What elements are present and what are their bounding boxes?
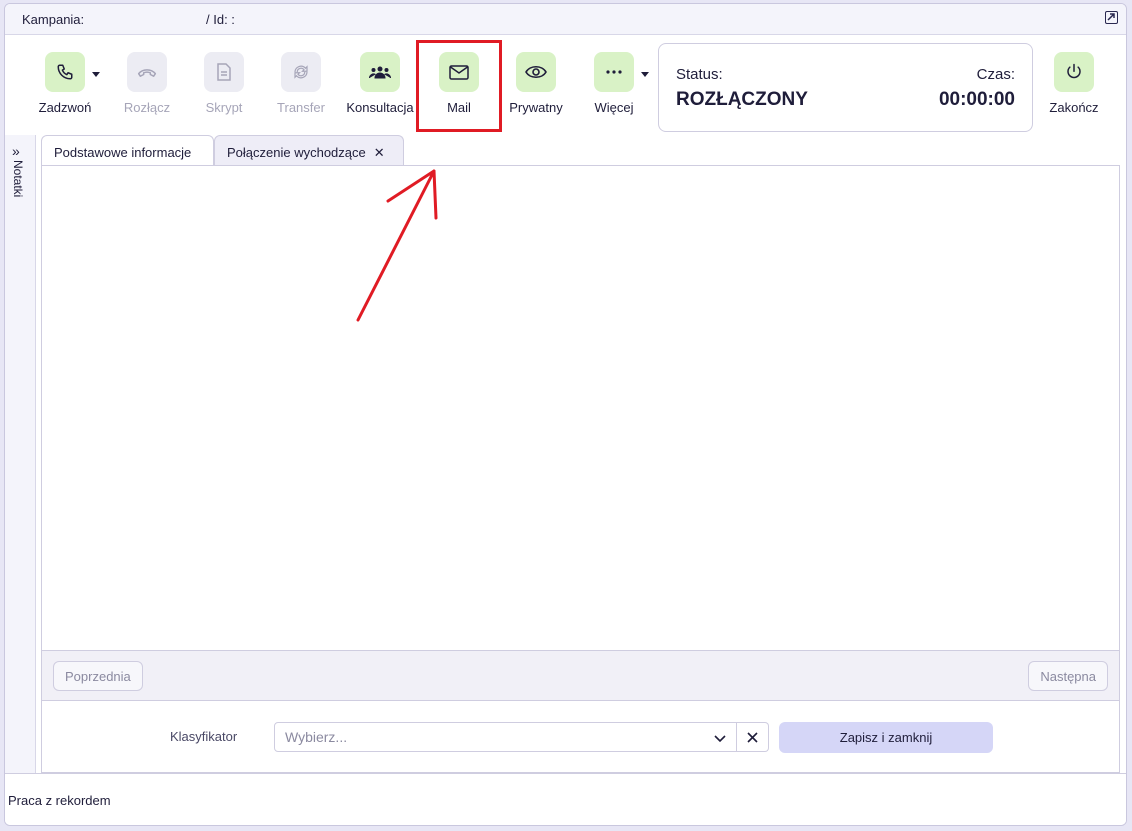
notes-sidebar[interactable]: » Notatki — [5, 135, 36, 773]
call-dropdown-caret-icon[interactable] — [92, 72, 100, 77]
top-bar: Kampania: / Id: : — [5, 4, 1126, 35]
transfer-button[interactable]: Transfer — [261, 52, 341, 115]
document-icon — [204, 52, 244, 92]
app-window: Kampania: / Id: : Zadzwoń Rozłącz Skrypt — [4, 3, 1127, 826]
eye-icon — [516, 52, 556, 92]
consult-button[interactable]: Konsultacja — [340, 52, 420, 115]
call-button[interactable]: Zadzwoń — [25, 52, 105, 115]
private-label: Prywatny — [509, 100, 563, 115]
hangup-button[interactable]: Rozłącz — [107, 52, 187, 115]
time-label: Czas: — [976, 66, 1015, 83]
close-icon[interactable]: ✕ — [374, 145, 385, 160]
clear-button[interactable] — [737, 722, 769, 752]
finish-label: Zakończ — [1049, 100, 1099, 115]
footer-text: Praca z rekordem — [8, 793, 111, 808]
classifier-label: Klasyfikator — [170, 729, 238, 744]
navigation-bar: Poprzednia Następna — [41, 651, 1120, 701]
transfer-icon — [281, 52, 321, 92]
more-dropdown-caret-icon[interactable] — [641, 72, 649, 77]
phone-icon — [45, 52, 85, 92]
more-button[interactable]: Więcej — [574, 52, 654, 115]
tab-label: Połączenie wychodzące — [227, 145, 366, 160]
status-panel: Status: ROZŁĄCZONY Czas: 00:00:00 — [658, 43, 1033, 132]
script-label: Skrypt — [205, 100, 243, 115]
classifier-select[interactable]: Wybierz... — [274, 722, 737, 752]
more-dots-icon — [594, 52, 634, 92]
double-chevron-right-icon[interactable]: » — [12, 143, 20, 159]
script-button[interactable]: Skrypt — [184, 52, 264, 115]
more-label: Więcej — [594, 100, 634, 115]
mail-highlight-box — [416, 40, 502, 132]
consult-label: Konsultacja — [346, 100, 414, 115]
close-icon — [747, 731, 758, 743]
finish-button[interactable]: Zakończ — [1034, 52, 1114, 115]
toolbar: Zadzwoń Rozłącz Skrypt Transfer Konsulta… — [5, 35, 1126, 135]
classifier-placeholder: Wybierz... — [285, 729, 348, 745]
popout-icon[interactable] — [1105, 11, 1118, 24]
hangup-icon — [127, 52, 167, 92]
status-label: Status: — [676, 66, 723, 83]
classifier-bar: Klasyfikator Wybierz... Zapisz i zamknij — [41, 701, 1120, 773]
chevron-down-icon — [714, 730, 726, 746]
call-label: Zadzwoń — [38, 100, 92, 115]
transfer-label: Transfer — [277, 100, 325, 115]
status-value: ROZŁĄCZONY — [676, 89, 808, 110]
tab-basic-info[interactable]: Podstawowe informacje — [41, 135, 214, 166]
group-icon — [360, 52, 400, 92]
save-close-button[interactable]: Zapisz i zamknij — [779, 722, 993, 753]
prev-button[interactable]: Poprzednia — [53, 661, 143, 691]
tab-outgoing-call[interactable]: Połączenie wychodzące ✕ — [214, 135, 404, 165]
next-button[interactable]: Następna — [1028, 661, 1108, 691]
footer: Praca z rekordem — [5, 773, 1126, 825]
tab-content — [41, 165, 1120, 651]
id-label: / Id: : — [206, 12, 235, 27]
time-value: 00:00:00 — [938, 89, 1015, 110]
tab-label: Podstawowe informacje — [54, 145, 192, 160]
hangup-label: Rozłącz — [123, 100, 171, 115]
power-icon — [1054, 52, 1094, 92]
private-button[interactable]: Prywatny — [496, 52, 576, 115]
campaign-label: Kampania: — [22, 12, 85, 27]
notes-label: Notatki — [11, 160, 25, 198]
